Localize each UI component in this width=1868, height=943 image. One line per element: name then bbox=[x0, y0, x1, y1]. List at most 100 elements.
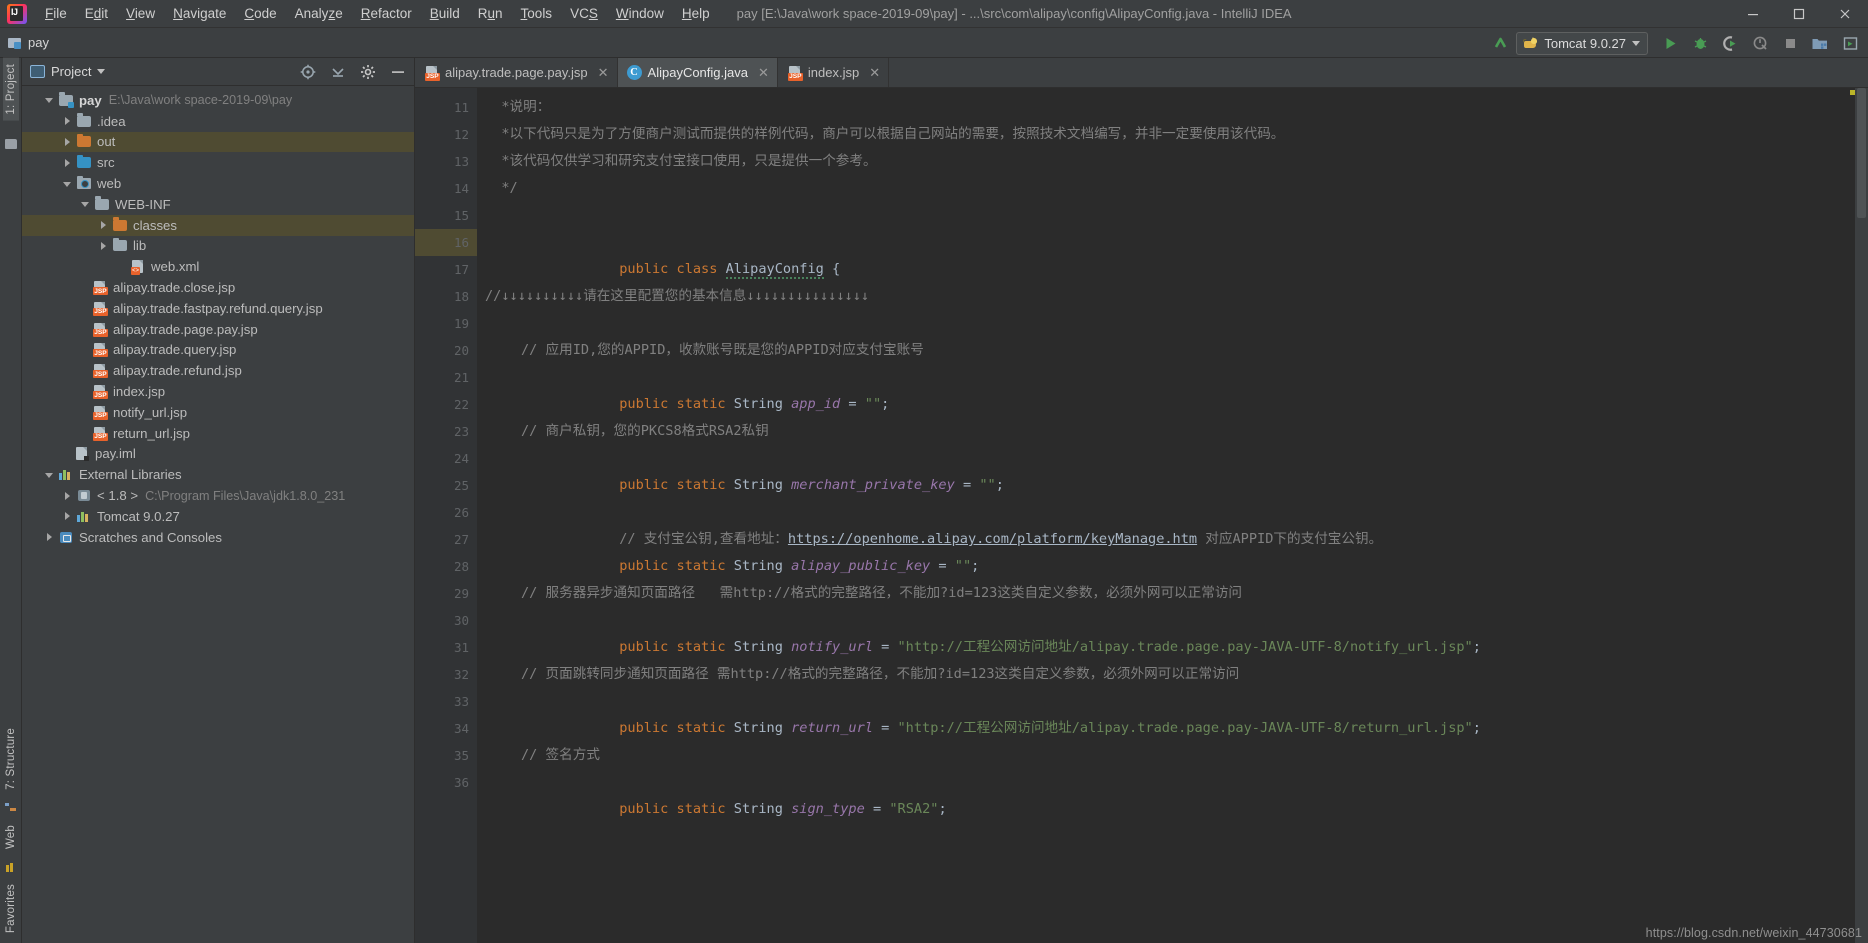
rail-project-label: 1: Project bbox=[4, 64, 17, 115]
main-toolbar: pay Tomcat 9.0.27 bbox=[0, 28, 1868, 58]
jsp-file-icon: JSP bbox=[424, 65, 440, 81]
editor-vertical-scrollbar[interactable] bbox=[1855, 88, 1868, 943]
menu-file[interactable]: File bbox=[36, 2, 76, 25]
chevron-right-icon[interactable] bbox=[98, 219, 110, 231]
open-in-browser-icon[interactable] bbox=[1836, 30, 1864, 56]
menu-edit[interactable]: Edit bbox=[76, 2, 117, 25]
tree-node-lib[interactable]: lib bbox=[22, 236, 414, 257]
structure-icon[interactable] bbox=[5, 802, 16, 813]
menu-navigate[interactable]: Navigate bbox=[164, 2, 235, 25]
menu-vcs[interactable]: VCS bbox=[561, 2, 607, 25]
tree-node-external-libraries[interactable]: External Libraries bbox=[22, 464, 414, 485]
chevron-down-icon[interactable] bbox=[44, 469, 56, 481]
chevron-down-icon[interactable] bbox=[44, 94, 56, 106]
tree-sublabel: C:\Program Files\Java\jdk1.8.0_231 bbox=[145, 488, 346, 503]
chevron-right-icon[interactable] bbox=[98, 240, 110, 252]
tree-node-web-inf[interactable]: WEB-INF bbox=[22, 194, 414, 215]
tree-node-src[interactable]: src bbox=[22, 152, 414, 173]
chevron-right-icon[interactable] bbox=[62, 136, 74, 148]
tree-node-idea[interactable]: .idea bbox=[22, 111, 414, 132]
scrollbar-thumb[interactable] bbox=[1857, 88, 1866, 218]
tree-node-web-xml[interactable]: <> web.xml bbox=[22, 256, 414, 277]
menu-run[interactable]: Run bbox=[469, 2, 512, 25]
tree-node-classes[interactable]: classes bbox=[22, 214, 414, 236]
line-number: 25 bbox=[453, 478, 469, 493]
menu-help[interactable]: Help bbox=[673, 2, 719, 25]
favorites-icon[interactable] bbox=[5, 862, 16, 874]
tree-node-out[interactable]: out bbox=[22, 131, 414, 153]
menu-code[interactable]: Code bbox=[235, 2, 285, 25]
profile-icon[interactable] bbox=[1746, 30, 1774, 56]
project-folder-icon[interactable] bbox=[4, 138, 17, 149]
menu-refactor[interactable]: Refactor bbox=[352, 2, 421, 25]
web-folder-icon bbox=[76, 175, 92, 191]
maximize-icon[interactable] bbox=[1776, 0, 1822, 28]
tree-node-web[interactable]: web bbox=[22, 173, 414, 194]
line-number: 32 bbox=[453, 667, 469, 682]
tree-node-alipay-trade-query-jsp[interactable]: JSP alipay.trade.query.jsp bbox=[22, 340, 414, 361]
chevron-right-icon[interactable] bbox=[62, 510, 74, 522]
close-tab-icon[interactable]: ✕ bbox=[758, 65, 769, 81]
collapse-all-icon[interactable] bbox=[326, 61, 350, 83]
project-view-chevron-down-icon[interactable] bbox=[97, 69, 106, 74]
tree-node-alipay-trade-close-jsp[interactable]: JSP alipay.trade.close.jsp bbox=[22, 277, 414, 298]
tree-node-index-jsp[interactable]: JSP index.jsp bbox=[22, 381, 414, 402]
rail-tab-favorites[interactable]: Favorites bbox=[3, 878, 19, 939]
update-project-icon[interactable] bbox=[1486, 30, 1514, 56]
project-view-icon bbox=[30, 65, 45, 78]
tree-node-tomcat-library[interactable]: Tomcat 9.0.27 bbox=[22, 506, 414, 527]
tree-node-alipay-trade-fastpay-refund-query-jsp[interactable]: JSP alipay.trade.fastpay.refund.query.js… bbox=[22, 298, 414, 319]
stop-icon[interactable] bbox=[1776, 30, 1804, 56]
jsp-file-icon: JSP bbox=[92, 301, 108, 316]
code-viewport[interactable]: 11 12 13 14 − 15 16 17 18 19 20 21 22 23 bbox=[415, 88, 1868, 943]
tab-alipay-trade-page-pay-jsp[interactable]: JSP alipay.trade.page.pay.jsp ✕ bbox=[415, 58, 618, 87]
alipay-keymanage-link[interactable]: https://openhome.alipay.com/platform/key… bbox=[788, 531, 1197, 547]
run-configuration-selector[interactable]: Tomcat 9.0.27 bbox=[1516, 31, 1648, 55]
close-icon[interactable] bbox=[1822, 0, 1868, 28]
tree-node-notify-url-jsp[interactable]: JSP notify_url.jsp bbox=[22, 402, 414, 423]
line-number: 35 bbox=[453, 748, 469, 763]
tab-alipayconfig-java[interactable]: C AlipayConfig.java ✕ bbox=[617, 58, 778, 87]
menu-build[interactable]: Build bbox=[421, 2, 469, 25]
debug-icon[interactable] bbox=[1686, 30, 1714, 56]
chevron-right-icon[interactable] bbox=[62, 115, 74, 127]
jsp-file-icon: JSP bbox=[787, 65, 803, 81]
chevron-right-icon[interactable] bbox=[62, 490, 74, 502]
rail-tab-structure[interactable]: 7: Structure bbox=[3, 722, 19, 796]
code-text[interactable]: *说明： *以下代码只是为了方便商户测试而提供的样例代码，商户可以根据自己网站的… bbox=[477, 88, 1868, 943]
locate-icon[interactable] bbox=[296, 61, 320, 83]
run-icon[interactable] bbox=[1656, 30, 1684, 56]
rail-tab-project[interactable]: 1: Project bbox=[2, 58, 19, 121]
tree-node-pay-iml[interactable]: pay.iml bbox=[22, 444, 414, 465]
line-number-gutter[interactable]: 11 12 13 14 − 15 16 17 18 19 20 21 22 23 bbox=[415, 88, 491, 943]
tree-node-alipay-trade-refund-jsp[interactable]: JSP alipay.trade.refund.jsp bbox=[22, 360, 414, 381]
chevron-right-icon[interactable] bbox=[44, 531, 56, 543]
module-icon bbox=[8, 36, 22, 50]
line-number: 16 bbox=[415, 229, 477, 256]
rail-tab-web[interactable]: Web bbox=[3, 819, 19, 855]
settings-gear-icon[interactable] bbox=[356, 61, 380, 83]
chevron-right-icon[interactable] bbox=[62, 157, 74, 169]
menu-window[interactable]: Window bbox=[607, 2, 673, 25]
tree-node-return-url-jsp[interactable]: JSP return_url.jsp bbox=[22, 423, 414, 444]
tree-node-jdk[interactable]: < 1.8 > C:\Program Files\Java\jdk1.8.0_2… bbox=[22, 485, 414, 506]
minimize-icon[interactable] bbox=[1730, 0, 1776, 28]
chevron-down-icon[interactable] bbox=[62, 178, 74, 190]
run-with-coverage-icon[interactable] bbox=[1716, 30, 1744, 56]
project-tool-window: Project pay E:\Java\work space-2019-09\p… bbox=[22, 58, 415, 943]
menu-tools[interactable]: Tools bbox=[512, 2, 562, 25]
project-tree[interactable]: pay E:\Java\work space-2019-09\pay .idea… bbox=[22, 86, 414, 943]
tree-node-pay[interactable]: pay E:\Java\work space-2019-09\pay bbox=[22, 90, 414, 111]
close-tab-icon[interactable]: ✕ bbox=[598, 65, 609, 81]
chevron-down-icon[interactable] bbox=[80, 198, 92, 210]
hide-panel-icon[interactable] bbox=[386, 61, 410, 83]
menu-view[interactable]: View bbox=[117, 2, 164, 25]
menu-analyze[interactable]: Analyze bbox=[286, 2, 352, 25]
build-project-icon[interactable] bbox=[1806, 30, 1834, 56]
breadcrumb[interactable]: pay bbox=[0, 35, 49, 50]
code-line-23: // 商户私钥，您的PKCS8格式RSA2私钥 bbox=[521, 423, 769, 439]
tree-node-scratches-and-consoles[interactable]: Scratches and Consoles bbox=[22, 527, 414, 548]
tree-node-alipay-trade-page-pay-jsp[interactable]: JSP alipay.trade.page.pay.jsp bbox=[22, 319, 414, 340]
tab-index-jsp[interactable]: JSP index.jsp ✕ bbox=[778, 58, 890, 87]
close-tab-icon[interactable]: ✕ bbox=[869, 65, 880, 81]
